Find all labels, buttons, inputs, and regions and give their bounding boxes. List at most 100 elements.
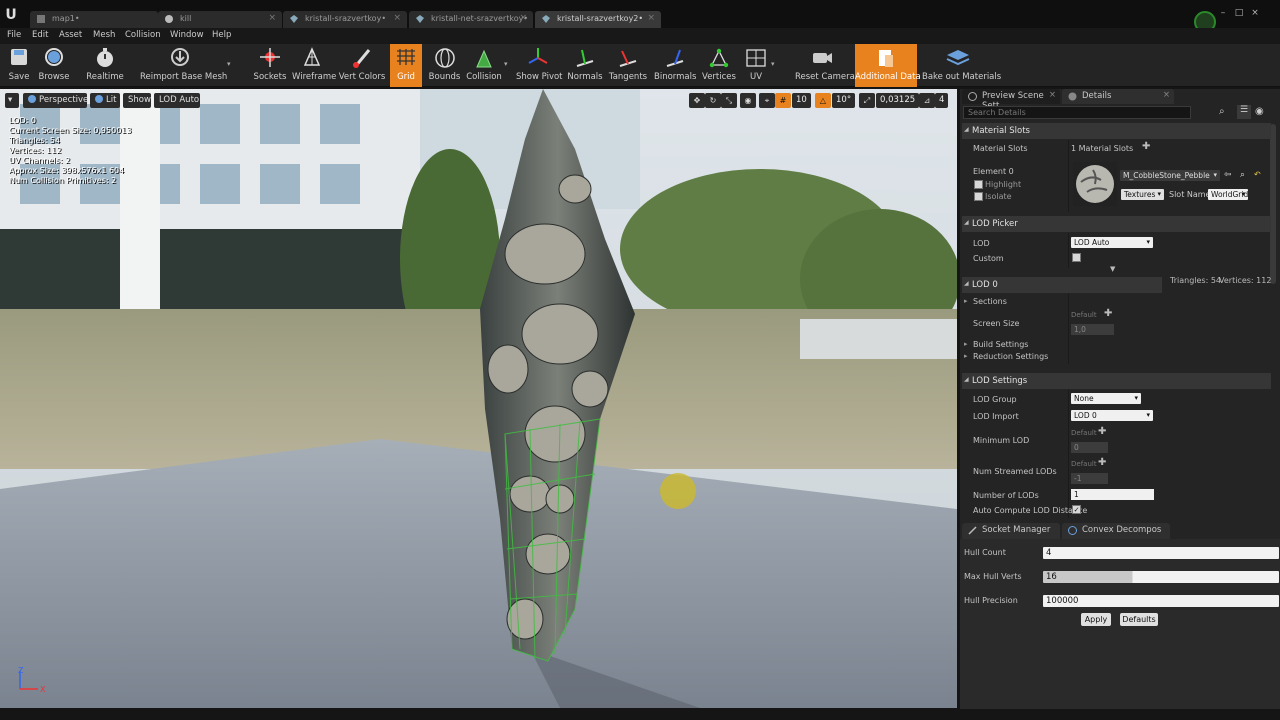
reset-camera-button[interactable]: Reset Camera [795,44,855,87]
hull-precision-input[interactable]: 100000 [1043,595,1279,607]
tab-details[interactable]: Details × [1062,89,1174,104]
scale-snap-icon[interactable]: ⤢ [859,93,875,108]
material-thumbnail[interactable] [1073,162,1117,206]
scale-icon[interactable]: ⤡ [721,93,737,108]
menu-mesh[interactable]: Mesh [93,30,115,40]
highlight-checkbox[interactable] [974,180,983,189]
lod-dropdown[interactable]: LOD Auto [1071,237,1153,248]
tab-convex-decomposition[interactable]: Convex Decompos [1062,523,1170,539]
reimport-dropdown-icon[interactable]: ▾ [227,60,231,68]
expand-chevron-icon[interactable]: ▼ [1110,265,1115,273]
camera-speed-value[interactable]: 4 [935,93,949,108]
minimum-lod-input[interactable]: 0 [1071,442,1108,453]
list-view-icon[interactable]: ☰ [1237,105,1251,119]
tab-close-icon[interactable]: × [1049,90,1056,100]
close-icon[interactable]: × [1250,8,1260,18]
menu-help[interactable]: Help [212,30,231,40]
add-num-streamed-icon[interactable]: ✚ [1098,457,1106,468]
menu-edit[interactable]: Edit [32,30,48,40]
normals-button[interactable]: Normals [566,44,604,87]
bake-out-materials-button[interactable]: Bake out Materials [922,44,1001,87]
tab-close-icon[interactable]: × [1163,90,1170,100]
tab-map1[interactable]: map1• [30,11,158,28]
rotation-snap-value[interactable]: 10° [832,93,856,108]
show-button[interactable]: Show [123,93,151,108]
rotation-snap-icon[interactable]: △ [815,93,831,108]
add-material-slot-icon[interactable]: ✚ [1142,141,1150,152]
lit-button[interactable]: Lit [90,93,120,108]
tab-kristall-srazvertkoy2[interactable]: kristall-srazvertkoy2• × [535,11,661,28]
slot-name-input[interactable]: WorldGridf [1208,189,1248,200]
add-screen-size-icon[interactable]: ✚ [1104,308,1112,319]
menu-file[interactable]: File [7,30,21,40]
tab-kill[interactable]: kill × [158,11,282,28]
build-settings-label[interactable]: Build Settings [964,340,1029,349]
browse-asset-icon[interactable]: ⌕ [1240,170,1245,180]
mesh-viewport[interactable]: ▾ Perspective Lit Show LOD Auto ✥ ↻ ⤡ ◉ … [0,89,957,708]
apply-button[interactable]: Apply [1081,613,1111,626]
uv-dropdown-icon[interactable]: ▾ [771,60,775,68]
number-of-lods-input[interactable]: 1 [1071,489,1154,500]
grid-button[interactable]: Grid [390,44,422,87]
vertices-button[interactable]: Vertices [701,44,737,87]
max-hull-verts-slider[interactable]: 16 [1043,571,1279,583]
minimize-icon[interactable]: – [1218,8,1228,18]
material-select[interactable]: M_CobbleStone_Pebble [1120,170,1220,181]
maximize-icon[interactable]: □ [1234,8,1244,18]
collision-dropdown-icon[interactable]: ▾ [504,60,508,68]
viewport-options-button[interactable]: ▾ [5,93,19,108]
tab-socket-manager[interactable]: Socket Manager [962,523,1060,539]
uv-button[interactable]: UV [743,44,769,87]
num-streamed-lods-input[interactable]: -1 [1071,473,1108,484]
vert-colors-button[interactable]: Vert Colors [338,44,386,87]
menu-asset[interactable]: Asset [59,30,82,40]
reimport-base-mesh-button[interactable]: Reimport Base Mesh [140,44,227,87]
tab-kristall-net-srazvertkoy[interactable]: kristall-net-srazvertkoy• × [409,11,533,28]
add-minimum-lod-icon[interactable]: ✚ [1098,426,1106,437]
bounds-button[interactable]: Bounds [428,44,461,87]
lod-group-dropdown[interactable]: None [1071,393,1141,404]
lod-settings-header[interactable]: LOD Settings [962,373,1271,389]
material-slots-header[interactable]: Material Slots [962,123,1271,139]
hull-count-input[interactable]: 4 [1043,547,1279,559]
scale-snap-value[interactable]: 0,03125 [876,93,920,108]
rotate-icon[interactable]: ↻ [705,93,721,108]
custom-checkbox[interactable] [1072,253,1081,262]
show-pivot-button[interactable]: Show Pivot [516,44,563,87]
tab-close-icon[interactable]: × [268,13,276,23]
isolate-checkbox[interactable] [974,192,983,201]
save-button[interactable]: Save [4,44,34,87]
menu-window[interactable]: Window [170,30,204,40]
textures-dropdown[interactable]: Textures [1121,189,1164,200]
tab-close-icon[interactable]: × [647,13,655,23]
use-selected-asset-icon[interactable]: ⇦ [1224,170,1232,180]
details-scrollbar[interactable] [1270,124,1276,284]
defaults-button[interactable]: Defaults [1120,613,1158,626]
tangents-button[interactable]: Tangents [608,44,648,87]
lod-picker-header[interactable]: LOD Picker [962,216,1271,232]
world-local-icon[interactable]: ◉ [740,93,756,108]
grid-snap-icon[interactable]: # [775,93,791,108]
realtime-button[interactable]: Realtime [86,44,124,87]
browse-button[interactable]: Browse [37,44,71,87]
lod0-header[interactable]: LOD 0 [962,277,1162,293]
tab-kristall-srazvertkoy[interactable]: kristall-srazvertkoy• × [283,11,407,28]
tab-preview-scene-settings[interactable]: Preview Scene Sett × [962,89,1060,111]
collision-button[interactable]: Collision [466,44,502,87]
wireframe-button[interactable]: Wireframe [292,44,336,87]
tab-close-icon[interactable]: × [519,13,527,23]
auto-compute-lod-checkbox[interactable]: ✓ [1072,505,1081,514]
translate-icon[interactable]: ✥ [689,93,705,108]
sections-label[interactable]: Sections [964,297,1007,306]
binormals-button[interactable]: Binormals [654,44,696,87]
camera-speed-icon[interactable]: ⊿ [919,93,935,108]
lod-import-dropdown[interactable]: LOD 0 [1071,410,1153,421]
search-details-input[interactable]: Search Details [963,106,1191,119]
additional-data-button[interactable]: Additional Data [855,44,921,87]
screen-size-input[interactable]: 1,0 [1071,324,1114,335]
surface-snap-icon[interactable]: ⌖ [759,93,775,108]
eye-icon[interactable]: ◉ [1255,106,1264,117]
reset-to-default-icon[interactable]: ↶ [1254,170,1261,179]
lod-auto-button[interactable]: LOD Auto [154,93,200,108]
perspective-button[interactable]: Perspective [23,93,88,108]
